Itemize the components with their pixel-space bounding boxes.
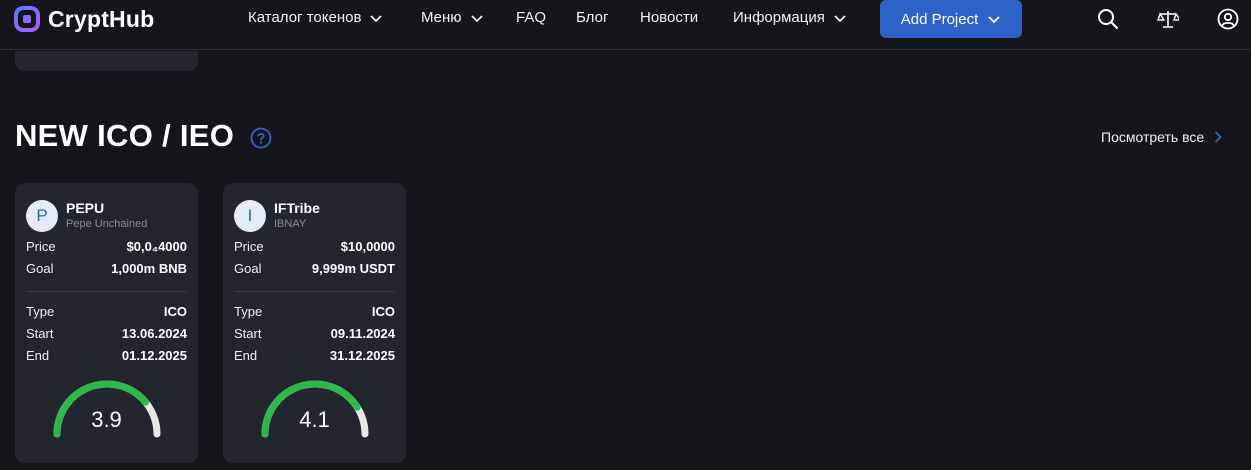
search-icon[interactable]: [1097, 8, 1119, 30]
chevron-down-icon: [370, 14, 383, 22]
start-row: Start 13.06.2024: [26, 326, 187, 341]
chevron-down-icon: [470, 14, 483, 22]
price-value: $0,0₄4000: [126, 239, 187, 254]
ico-card[interactable]: I IFTribe IBNAY Price $10,0000 Goal 9,99…: [223, 183, 406, 463]
price-row: Price $10,0000: [234, 239, 395, 254]
goal-row: Goal 9,999m USDT: [234, 261, 395, 276]
nav-item-label: Меню: [421, 9, 462, 26]
start-row: Start 09.11.2024: [234, 326, 395, 341]
top-header: CryptHub Каталог токенов Меню FAQ Блог Н…: [0, 0, 1251, 50]
nav-item-menu[interactable]: Меню: [421, 9, 484, 26]
chevron-down-icon: [988, 16, 1000, 24]
start-value: 09.11.2024: [330, 326, 395, 341]
type-value: ICO: [371, 304, 395, 319]
nav-item-faq[interactable]: FAQ: [516, 9, 546, 26]
scales-icon[interactable]: [1157, 8, 1179, 30]
nav-item-label: Блог: [576, 9, 609, 26]
type-value: ICO: [163, 304, 187, 319]
end-row: End 31.12.2025: [234, 348, 395, 363]
end-row: End 01.12.2025: [26, 348, 187, 363]
price-label: Price: [26, 239, 56, 254]
price-value: $10,0000: [340, 239, 395, 254]
nav-item-label: Каталог токенов: [248, 9, 362, 26]
see-all-label: Посмотреть все: [1101, 129, 1205, 145]
project-name: Pepe Unchained: [66, 218, 148, 230]
nav-item-label: Информация: [733, 9, 825, 26]
end-label: End: [234, 348, 258, 363]
avatar: P: [26, 200, 58, 232]
see-all-link[interactable]: Посмотреть все: [1101, 129, 1222, 145]
project-ticker: PEPU: [66, 200, 105, 216]
nav-item-blog[interactable]: Блог: [576, 9, 608, 26]
project-name: IBNAY: [274, 218, 307, 230]
logo-icon: [14, 6, 40, 32]
nav-item-info[interactable]: Информация: [733, 9, 847, 26]
ico-card[interactable]: P PEPU Pepe Unchained Price $0,0₄4000 Go…: [15, 183, 198, 463]
score-value: 4.1: [299, 407, 330, 432]
nav-item-news[interactable]: Новости: [640, 9, 698, 26]
score-value: 3.9: [91, 407, 122, 432]
goal-value: 1,000m BNB: [111, 261, 187, 276]
add-project-button[interactable]: Add Project: [880, 0, 1022, 38]
goal-value: 9,999m USDT: [311, 261, 395, 276]
price-label: Price: [234, 239, 264, 254]
type-label: Type: [234, 304, 263, 319]
end-value: 01.12.2025: [121, 348, 187, 363]
nav-item-token-catalog[interactable]: Каталог токенов: [248, 9, 383, 26]
start-value: 13.06.2024: [121, 326, 187, 341]
type-row: Type ICO: [234, 304, 395, 319]
help-icon[interactable]: [250, 127, 272, 149]
price-row: Price $0,0₄4000: [26, 239, 187, 254]
avatar: I: [234, 200, 266, 232]
end-label: End: [26, 348, 50, 363]
divider: [26, 291, 187, 292]
goal-label: Goal: [26, 261, 54, 276]
previous-card-edge: [15, 51, 198, 71]
chevron-right-icon: [1215, 131, 1222, 143]
logo-text: CryptHub: [48, 5, 155, 32]
chevron-down-icon: [834, 14, 846, 22]
type-row: Type ICO: [26, 304, 187, 319]
end-value: 31.12.2025: [329, 348, 395, 363]
start-label: Start: [234, 326, 262, 341]
nav-item-label: Новости: [640, 9, 699, 26]
divider: [234, 291, 395, 292]
start-label: Start: [26, 326, 54, 341]
add-project-label: Add Project: [900, 10, 979, 28]
project-ticker: IFTribe: [274, 200, 320, 216]
nav-item-label: FAQ: [516, 9, 547, 26]
logo[interactable]: CryptHub: [14, 6, 154, 32]
user-icon[interactable]: [1217, 8, 1239, 30]
section-title: NEW ICO / IEO: [15, 118, 235, 153]
goal-row: Goal 1,000m BNB: [26, 261, 187, 276]
type-label: Type: [26, 304, 55, 319]
goal-label: Goal: [234, 261, 262, 276]
